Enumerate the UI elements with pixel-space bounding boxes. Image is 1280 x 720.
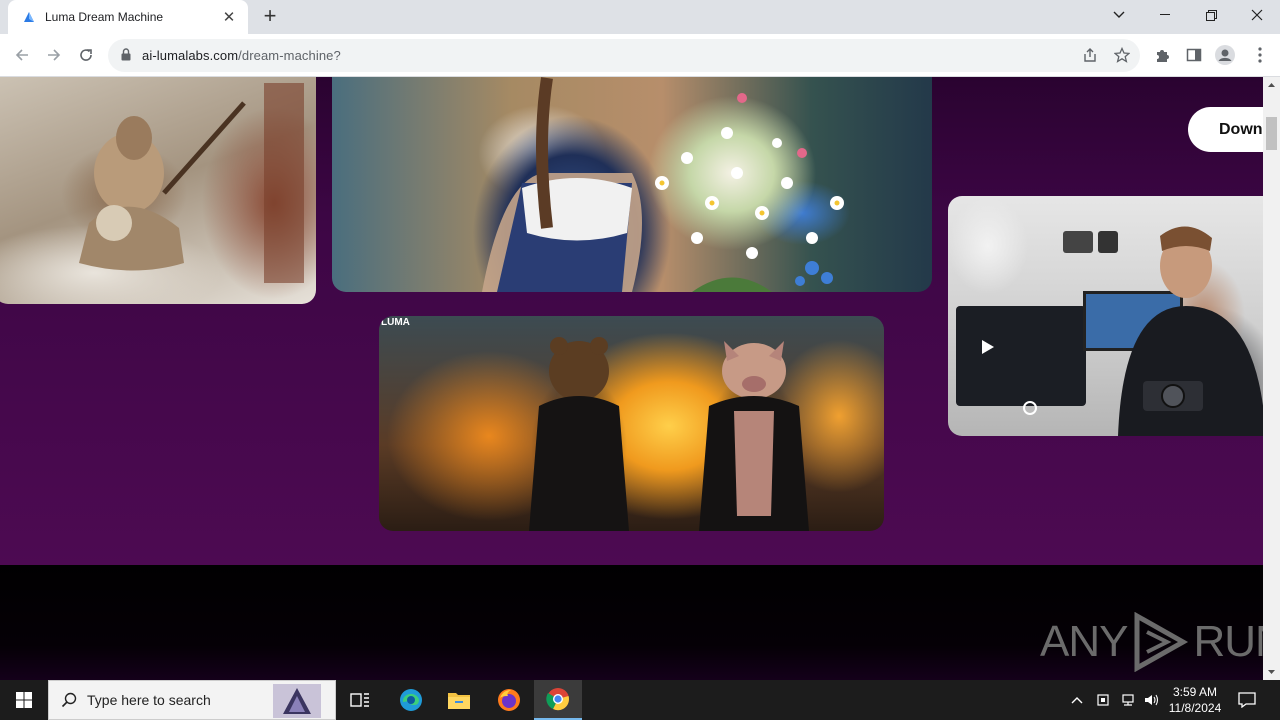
download-button[interactable]: Down (1188, 107, 1263, 152)
chrome-icon[interactable] (534, 680, 582, 720)
anyrun-play-icon (1134, 612, 1189, 672)
clock-time: 3:59 AM (1172, 685, 1218, 699)
video-card-musician[interactable] (0, 77, 316, 304)
new-tab-button[interactable]: + (258, 5, 282, 29)
bookmark-star-icon[interactable] (1112, 45, 1132, 65)
flowers-image (482, 77, 844, 292)
musician-image (79, 83, 304, 283)
extensions-icon[interactable] (1152, 45, 1172, 65)
tab-title: Luma Dream Machine (45, 10, 164, 24)
search-placeholder: Type here to search (87, 692, 211, 708)
search-icon (61, 692, 77, 708)
profile-avatar-icon[interactable] (1215, 45, 1235, 65)
tray-overflow-icon[interactable] (1070, 695, 1084, 705)
forward-button[interactable] (41, 42, 67, 68)
video-card-flowers[interactable] (332, 77, 932, 292)
tab-close-icon[interactable]: ✕ (220, 8, 238, 26)
lock-icon[interactable] (121, 48, 131, 61)
video-card-bear-pig[interactable]: LUMA (379, 316, 884, 531)
restore-button[interactable] (1188, 0, 1234, 30)
browser-toolbar: ai-lumalabs.com/dream-machine? (0, 34, 1280, 77)
taskbar-clock[interactable]: 3:59 AM 11/8/2024 (1160, 684, 1230, 716)
anyrun-watermark: ANY RUN (1040, 612, 1263, 672)
share-icon[interactable] (1080, 45, 1100, 65)
scrollbar-thumb[interactable] (1266, 117, 1277, 150)
volume-icon[interactable] (1144, 693, 1160, 707)
menu-kebab-icon[interactable] (1250, 45, 1270, 65)
url-path: /dream-machine? (238, 48, 341, 63)
task-view-icon[interactable] (336, 680, 384, 720)
back-button[interactable] (9, 42, 35, 68)
reload-button[interactable] (73, 42, 99, 68)
clock-date: 11/8/2024 (1168, 701, 1222, 715)
luma-favicon-icon (24, 12, 34, 22)
windows-logo-icon (16, 692, 32, 708)
windows-taskbar: Type here to search 3:59 AM 11/8/2024 (0, 680, 1280, 720)
anyrun-text-right: RUN (1193, 617, 1263, 666)
system-tray (1070, 680, 1160, 720)
address-bar[interactable]: ai-lumalabs.com/dream-machine? (108, 39, 1140, 72)
scroll-up-arrow-icon[interactable] (1263, 80, 1280, 90)
page-scrollbar[interactable] (1263, 77, 1280, 680)
browser-tab[interactable]: Luma Dream Machine ✕ (8, 0, 248, 34)
screen: Luma Dream Machine ✕ + ai-lumalabs.com/d… (0, 0, 1280, 720)
tab-strip: Luma Dream Machine ✕ + (0, 0, 1280, 34)
side-panel-icon[interactable] (1184, 45, 1204, 65)
bear-pig-image (529, 337, 809, 531)
notifications-icon[interactable] (1223, 680, 1271, 720)
edge-icon[interactable] (387, 680, 435, 720)
tray-device-icon[interactable] (1096, 693, 1110, 707)
photographer-image (982, 226, 1263, 436)
url-host: ai-lumalabs.com (142, 48, 239, 63)
start-button[interactable] (0, 680, 48, 720)
tab-search-icon[interactable] (1096, 0, 1142, 30)
video-card-photographer[interactable] (948, 196, 1263, 436)
url-text[interactable]: ai-lumalabs.com/dream-machine? (142, 48, 341, 63)
file-explorer-icon[interactable] (435, 680, 483, 720)
close-window-button[interactable] (1234, 0, 1280, 30)
anyrun-text-left: ANY (1040, 617, 1128, 666)
page-viewport: LUMA Down ANY RUN (0, 77, 1263, 680)
taskbar-search-box[interactable]: Type here to search (48, 680, 336, 720)
scroll-down-arrow-icon[interactable] (1263, 667, 1280, 677)
video-watermark: LUMA (381, 317, 410, 328)
minimize-button[interactable] (1142, 0, 1188, 30)
search-highlight-icon (273, 684, 321, 718)
firefox-icon[interactable] (485, 680, 533, 720)
download-button-label: Down (1219, 120, 1263, 138)
network-icon[interactable] (1120, 693, 1136, 707)
